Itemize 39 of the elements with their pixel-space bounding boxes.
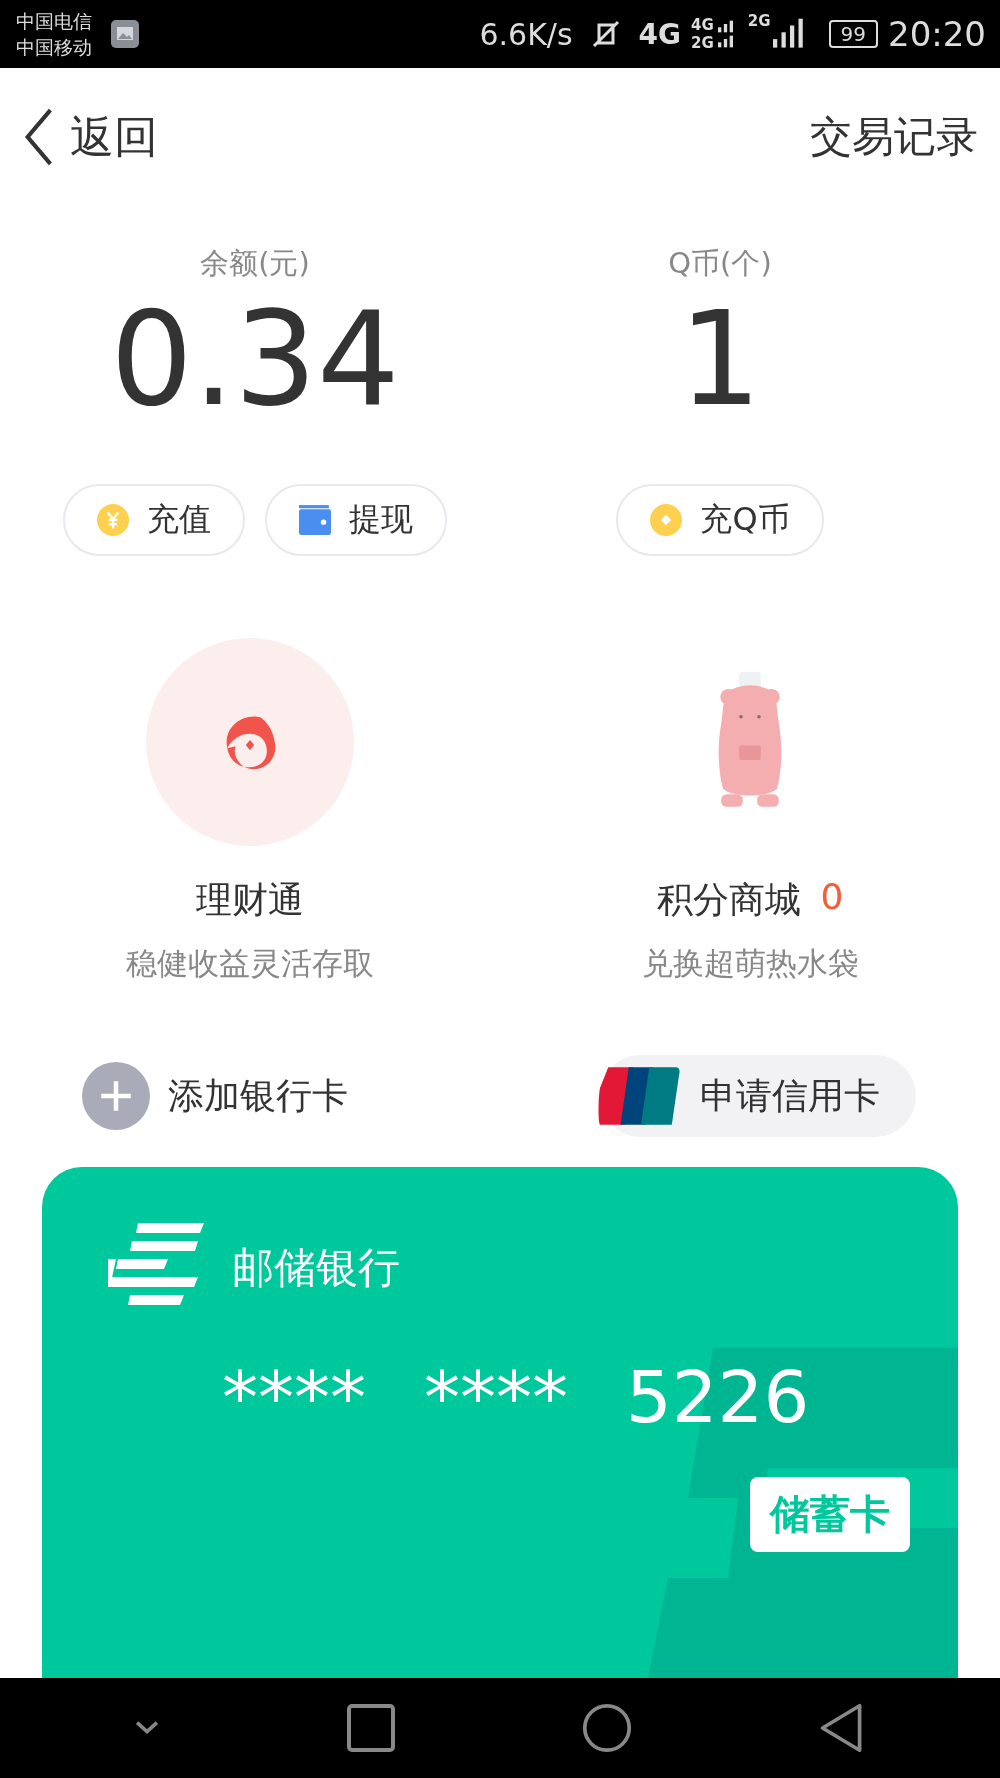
network-speed: 6.6K/s: [479, 16, 573, 52]
home-icon[interactable]: [581, 1703, 632, 1753]
card-number: ****: [222, 1355, 366, 1439]
balance-value: 0.34: [110, 284, 400, 434]
feature-subtitle: 兑换超萌热水袋: [641, 944, 859, 983]
coin-icon: [97, 504, 129, 536]
balance-label: 余额(元): [200, 245, 310, 282]
card-number: ****: [424, 1355, 568, 1439]
action-button[interactable]: 充Q币: [616, 484, 824, 556]
network-type: 4G: [691, 16, 714, 34]
add-bank-card-button[interactable]: 添加银行卡: [82, 1062, 348, 1130]
card-number: 5226: [626, 1355, 810, 1439]
carrier-name: 中国移动: [16, 35, 92, 60]
image-icon: [110, 19, 140, 49]
transaction-history-link[interactable]: 交易记录: [810, 109, 978, 165]
balance-value: 1: [678, 284, 762, 434]
feature-title: 积分商城: [656, 878, 801, 922]
network-type: 2G: [747, 12, 771, 30]
network-type: 2G: [691, 34, 714, 52]
apply-credit-card-button[interactable]: 申请信用卡: [600, 1055, 916, 1137]
action-button[interactable]: 充值: [63, 484, 245, 556]
battery-level: 99: [828, 20, 878, 48]
vibrate-off-icon: [590, 19, 621, 49]
clock: 20:20: [888, 14, 986, 54]
action-button[interactable]: 提现: [265, 484, 447, 556]
feature-title: 理财通: [196, 878, 304, 922]
feature-subtitle: 稳健收益灵活存取: [126, 944, 374, 983]
card-logo-icon: [598, 1067, 680, 1125]
points-count: 0: [820, 876, 844, 919]
wallet-icon: [299, 504, 331, 536]
card-type-badge: 储蓄卡: [750, 1477, 910, 1552]
plus-icon: [82, 1062, 150, 1130]
back-button[interactable]: 返回: [22, 106, 158, 168]
carrier-name: 中国电信: [16, 9, 92, 34]
balance-label: Q币(个): [668, 245, 772, 282]
bank-name: 邮储银行: [232, 1242, 400, 1294]
recent-apps-icon[interactable]: [346, 1703, 397, 1753]
network-type: 4G: [638, 17, 682, 51]
coin-icon: [650, 504, 683, 536]
